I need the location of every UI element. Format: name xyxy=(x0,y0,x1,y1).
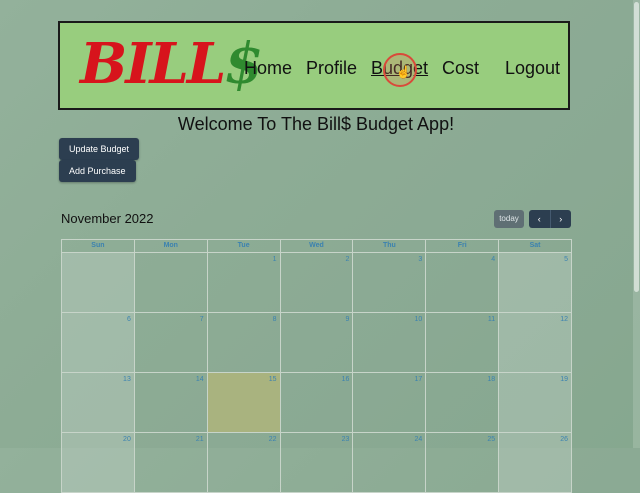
calendar-day[interactable]: 11 xyxy=(426,313,500,373)
day-header: Tue xyxy=(207,240,281,253)
logo[interactable]: BILL$ xyxy=(80,29,263,99)
day-header: Sat xyxy=(499,240,572,253)
scrollbar[interactable] xyxy=(633,0,640,448)
calendar-day[interactable]: 7 xyxy=(134,313,208,373)
nav-cost[interactable]: Cost xyxy=(442,58,479,79)
day-header: Wed xyxy=(280,240,354,253)
header: BILL$ Home Profile Budget Cost Logout ☝ xyxy=(58,21,570,110)
calendar-day[interactable]: 21 xyxy=(134,433,208,493)
calendar-day[interactable]: 9 xyxy=(280,313,354,373)
calendar-grid: Sun Mon Tue Wed Thu Fri Sat 1 2 3 4 5 6 7 8 9 10 11 12 13 14… xyxy=(61,239,572,493)
calendar-day[interactable]: 16 xyxy=(280,373,354,433)
calendar-day-today[interactable]: 15 xyxy=(207,373,281,433)
day-header: Sun xyxy=(62,240,135,253)
logo-text: BILL xyxy=(80,31,226,97)
calendar-day[interactable]: 8 xyxy=(207,313,281,373)
calendar-day[interactable]: 18 xyxy=(426,373,500,433)
calendar-title: November 2022 xyxy=(61,211,154,226)
chevron-left-icon[interactable]: ‹ xyxy=(529,210,551,228)
update-budget-button[interactable]: Update Budget xyxy=(59,138,140,160)
calendar-day[interactable]: 24 xyxy=(353,433,427,493)
calendar-day[interactable]: 26 xyxy=(499,433,572,493)
calendar-day[interactable]: 2 xyxy=(280,253,354,313)
calendar-day[interactable]: 4 xyxy=(426,253,500,313)
today-button[interactable]: today xyxy=(494,210,524,228)
calendar-day[interactable]: 17 xyxy=(353,373,427,433)
calendar-day[interactable]: 19 xyxy=(499,373,572,433)
add-purchase-button[interactable]: Add Purchase xyxy=(59,160,136,182)
day-header: Thu xyxy=(353,240,427,253)
calendar-day[interactable]: 1 xyxy=(207,253,281,313)
day-header: Mon xyxy=(134,240,208,253)
nav-profile[interactable]: Profile xyxy=(306,58,357,79)
calendar-day[interactable]: 3 xyxy=(353,253,427,313)
calendar-day[interactable] xyxy=(62,253,135,313)
welcome-heading: Welcome To The Bill$ Budget App! xyxy=(177,114,455,134)
calendar-day[interactable]: 5 xyxy=(499,253,572,313)
calendar-day[interactable]: 10 xyxy=(353,313,427,373)
nav-logout[interactable]: Logout xyxy=(505,58,560,79)
calendar-day[interactable]: 6 xyxy=(62,313,135,373)
calendar-day[interactable]: 20 xyxy=(62,433,135,493)
calendar-day[interactable]: 12 xyxy=(499,313,572,373)
calendar-day[interactable]: 22 xyxy=(207,433,281,493)
calendar-day[interactable]: 23 xyxy=(280,433,354,493)
day-header: Fri xyxy=(426,240,500,253)
nav-home[interactable]: Home xyxy=(244,58,292,79)
calendar-day[interactable]: 13 xyxy=(62,373,135,433)
calendar-day[interactable] xyxy=(134,253,208,313)
calendar-day[interactable]: 25 xyxy=(426,433,500,493)
calendar-nav: ‹ › xyxy=(529,210,571,228)
scrollbar-thumb[interactable] xyxy=(634,2,639,292)
chevron-right-icon[interactable]: › xyxy=(551,210,572,228)
cursor-icon: ☝ xyxy=(396,65,411,79)
calendar-day[interactable]: 14 xyxy=(134,373,208,433)
